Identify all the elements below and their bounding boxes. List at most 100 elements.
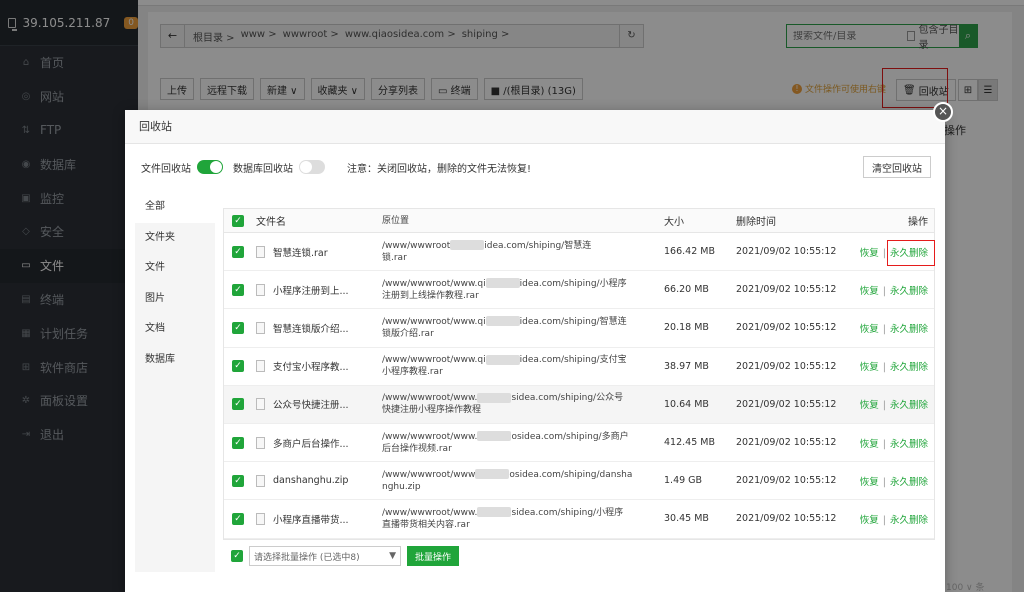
category-item[interactable]: 文档 (135, 314, 215, 345)
select-all-checkbox[interactable]: ✓ (232, 214, 244, 227)
file-path: /www/wwwroot/www osidea.com/shiping/dansh… (382, 469, 664, 493)
table-row[interactable]: ✓ 智慧连锁版介绍... /www/wwwroot/www.qi idea.com… (224, 309, 934, 348)
file-recycle-toggle[interactable] (197, 160, 223, 174)
row-ops: 恢复 | 永久删除 (844, 359, 934, 373)
row-checkbox[interactable]: ✓ (232, 398, 244, 411)
row-checkbox[interactable]: ✓ (232, 436, 244, 449)
file-size: 166.42 MB (664, 246, 715, 258)
file-size: 30.45 MB (664, 513, 709, 525)
path-part: 锁版介绍.rar (382, 328, 434, 339)
permanent-delete-link[interactable]: 永久删除 (890, 477, 928, 488)
restore-link[interactable]: 恢复 (860, 477, 879, 488)
table-row[interactable]: ✓ 公众号快捷注册... /www/wwwroot/www. sidea.com/… (224, 385, 934, 424)
page-size-select[interactable]: 100 ∨ 条 (946, 580, 985, 592)
separator: | (882, 285, 886, 297)
file-icon (256, 321, 265, 334)
close-icon[interactable]: × (933, 102, 953, 122)
restore-link[interactable]: 恢复 (860, 400, 879, 411)
path-part: 注册到上线操作教程.rar (382, 290, 479, 301)
row-checkbox[interactable]: ✓ (232, 474, 244, 487)
path-part: 小程序教程.rar (382, 367, 443, 378)
chevron-down-icon: ▼ (389, 551, 396, 561)
file-name-cell: 多商户后台操作... (244, 436, 382, 450)
file-name-cell: 支付宝小程序教... (244, 359, 382, 373)
batch-select[interactable]: 请选择批量操作 (已选中8) ▼ (249, 546, 401, 566)
file-name: 小程序直播带货... (273, 514, 349, 526)
separator: | (882, 323, 886, 335)
category-item[interactable]: 全部 (135, 192, 215, 223)
permanent-delete-link[interactable]: 永久删除 (890, 362, 928, 373)
file-icon (256, 398, 265, 411)
restore-link[interactable]: 恢复 (860, 286, 879, 297)
recycle-settings: 文件回收站 数据库回收站 注意：关闭回收站，删除的文件无法恢复! 清空回收站 (141, 156, 931, 178)
restore-link[interactable]: 恢复 (860, 248, 879, 259)
redacted-block (485, 316, 520, 327)
col-time: 删除时间 (736, 217, 776, 228)
row-checkbox[interactable]: ✓ (232, 321, 244, 334)
path-part: 快捷注册小程序操作教程 (382, 405, 482, 416)
path-part: /www/wwwroot/www.qi (382, 316, 486, 327)
permanent-delete-link[interactable]: 永久删除 (890, 286, 928, 297)
redacted-block (477, 507, 512, 518)
path-part: /www/wwwroot/www (382, 469, 476, 480)
permanent-delete-link[interactable]: 永久删除 (890, 400, 928, 411)
table-row[interactable]: ✓ danshanghu.zip /www/wwwroot/www osidea.… (224, 462, 934, 501)
delete-time: 2021/09/02 10:55:12 (736, 322, 837, 334)
batch-apply-button[interactable]: 批量操作 (407, 546, 460, 566)
category-item[interactable]: 图片 (135, 284, 215, 315)
recycle-table: ✓ 文件名 原位置 大小 删除时间 操作 ✓ 智慧连锁.rar /www/www… (223, 208, 935, 540)
highlight-box-delete (887, 240, 935, 266)
clear-recycle-button[interactable]: 清空回收站 (863, 156, 931, 178)
table-row[interactable]: ✓ 小程序直播带货... /www/wwwroot/www. sidea.com/… (224, 500, 934, 539)
table-header: ✓ 文件名 原位置 大小 删除时间 操作 (224, 209, 934, 233)
path-part: 锁.rar (382, 252, 407, 263)
permanent-delete-link[interactable]: 永久删除 (890, 439, 928, 450)
row-checkbox[interactable]: ✓ (232, 512, 244, 525)
redacted-block (485, 354, 520, 365)
delete-time: 2021/09/02 10:55:12 (736, 398, 837, 410)
restore-link[interactable]: 恢复 (860, 439, 879, 450)
table-row[interactable]: ✓ 多商户后台操作... /www/wwwroot/www. osidea.com… (224, 424, 934, 463)
file-name: 智慧连锁版介绍... (273, 323, 349, 335)
file-size: 10.64 MB (664, 398, 709, 410)
file-size: 1.49 GB (664, 475, 703, 487)
table-row[interactable]: ✓ 小程序注册到上... /www/wwwroot/www.qi idea.com… (224, 271, 934, 310)
file-size: 412.45 MB (664, 437, 715, 449)
category-item[interactable]: 文件夹 (135, 223, 215, 254)
path-part: osidea.com/shiping/多商户 (511, 431, 629, 442)
col-path: 原位置 (382, 215, 410, 226)
row-ops: 恢复 | 永久删除 (844, 283, 934, 297)
file-icon (256, 436, 265, 449)
col-name: 文件名 (256, 217, 286, 228)
db-recycle-toggle[interactable] (299, 160, 325, 174)
restore-link[interactable]: 恢复 (860, 362, 879, 373)
col-size: 大小 (664, 217, 684, 228)
restore-link[interactable]: 恢复 (860, 515, 879, 526)
row-checkbox[interactable]: ✓ (232, 283, 244, 296)
path-part: osidea.com/shiping/dansha (509, 469, 633, 480)
table-row[interactable]: ✓ 支付宝小程序教... /www/wwwroot/www.qi idea.com… (224, 348, 934, 386)
separator: | (882, 476, 886, 488)
path-part: sidea.com/shiping/公众号 (511, 393, 624, 404)
file-name: 小程序注册到上... (273, 285, 349, 297)
category-item[interactable]: 文件 (135, 253, 215, 284)
permanent-delete-link[interactable]: 永久删除 (890, 515, 928, 526)
file-icon (256, 245, 265, 258)
redacted-block (477, 392, 512, 403)
path-part: /www/wwwroot/www. (382, 431, 478, 442)
batch-checkbox[interactable]: ✓ (231, 550, 243, 562)
row-checkbox[interactable]: ✓ (232, 360, 244, 373)
batch-select-label: 请选择批量操作 (已选中8) (254, 552, 360, 563)
redacted-block (477, 431, 512, 442)
table-row[interactable]: ✓ 智慧连锁.rar /www/wwwroot idea.com/shiping/… (224, 233, 934, 272)
file-name-cell: 小程序注册到上... (244, 283, 382, 297)
restore-link[interactable]: 恢复 (860, 324, 879, 335)
file-name-cell: 智慧连锁.rar (244, 245, 382, 259)
row-ops: 恢复 | 永久删除 (844, 512, 934, 526)
redacted-block (485, 278, 520, 289)
file-name: 公众号快捷注册... (273, 400, 349, 412)
file-path: /www/wwwroot/www.qi idea.com/shiping/小程序注… (382, 278, 664, 302)
permanent-delete-link[interactable]: 永久删除 (890, 324, 928, 335)
category-item[interactable]: 数据库 (135, 345, 215, 376)
row-checkbox[interactable]: ✓ (232, 245, 244, 258)
